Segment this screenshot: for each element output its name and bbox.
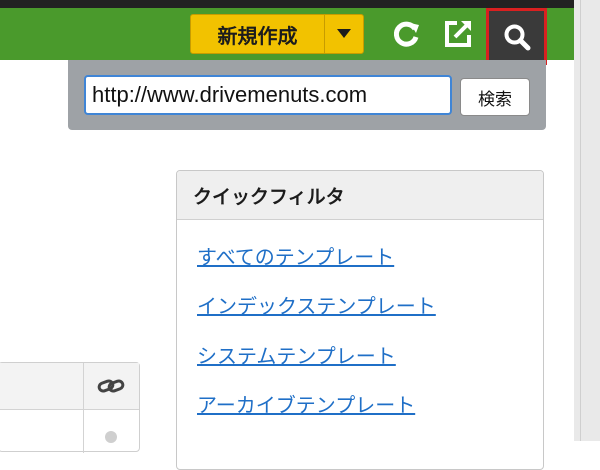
scrollbar-divider [580, 0, 581, 441]
search-toggle-button[interactable] [486, 8, 547, 65]
row-status-icon [105, 431, 117, 443]
scrollbar[interactable] [574, 0, 600, 441]
search-submit-button[interactable]: 検索 [460, 78, 530, 116]
external-link-icon [445, 21, 471, 47]
quick-filter-title: クイックフィルタ [177, 171, 543, 220]
open-external-button[interactable] [440, 16, 476, 52]
table-column-divider [83, 363, 84, 453]
filter-link-index-templates[interactable]: インデックステンプレート [197, 290, 436, 319]
quick-filter-panel: クイックフィルタ すべてのテンプレート インデックステンプレート システムテンプ… [176, 170, 544, 470]
filter-link-system-templates[interactable]: システムテンプレート [197, 340, 396, 369]
link-icon [97, 379, 125, 393]
new-create-dropdown[interactable] [325, 15, 363, 53]
refresh-button[interactable] [388, 16, 424, 52]
search-icon [504, 24, 530, 50]
new-create-label: 新規作成 [217, 23, 298, 48]
caret-down-icon [337, 29, 351, 38]
search-panel: 検索 [68, 60, 546, 130]
filter-link-all-templates[interactable]: すべてのテンプレート [197, 241, 394, 270]
search-input[interactable] [84, 75, 452, 115]
templates-table [0, 362, 140, 453]
refresh-icon [393, 21, 419, 47]
new-create-button[interactable]: 新規作成 [190, 14, 364, 54]
table-header [0, 363, 139, 410]
top-dark-strip [0, 0, 574, 8]
filter-link-archive-templates[interactable]: アーカイブテンプレート [197, 389, 415, 418]
